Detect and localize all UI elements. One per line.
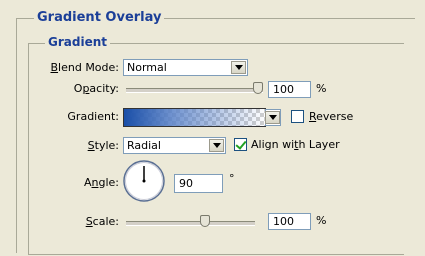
chevron-down-icon[interactable] [231, 61, 246, 74]
chevron-down-icon[interactable] [209, 139, 224, 152]
reverse-label[interactable]: Reverse [309, 110, 353, 123]
opacity-slider-track[interactable] [126, 88, 263, 93]
blend-mode-label: Blend Mode: [50, 61, 120, 74]
style-label: Style: [87, 139, 119, 152]
scale-input[interactable]: 100 [268, 213, 311, 230]
blend-mode-value: Normal [127, 61, 167, 74]
angle-input[interactable]: 90 [174, 174, 223, 193]
opacity-label: Opacity: [73, 82, 119, 95]
reverse-checkbox[interactable] [291, 110, 304, 123]
style-select[interactable]: Radial [123, 137, 226, 154]
align-with-layer-label[interactable]: Align with Layer [251, 138, 340, 151]
angle-dial[interactable] [122, 159, 166, 203]
angle-unit: ° [229, 172, 235, 185]
angle-label: Angle: [83, 176, 119, 189]
opacity-slider-thumb[interactable] [253, 82, 263, 94]
gradient-picker[interactable] [123, 108, 266, 127]
gradient-section-title: Gradient [45, 35, 110, 49]
chevron-down-icon[interactable] [265, 111, 280, 124]
scale-unit: % [316, 214, 327, 227]
opacity-unit: % [316, 82, 327, 95]
gradient-label: Gradient: [67, 110, 119, 123]
gradient-dropdown[interactable] [265, 109, 281, 126]
style-value: Radial [127, 139, 161, 152]
align-with-layer-checkbox[interactable] [234, 138, 247, 151]
gradient-overlay-title: Gradient Overlay [34, 10, 165, 25]
scale-label: Scale: [85, 215, 119, 228]
opacity-input[interactable]: 100 [268, 81, 311, 98]
blend-mode-select[interactable]: Normal [123, 59, 248, 76]
scale-slider-track[interactable] [126, 221, 255, 226]
scale-slider-thumb[interactable] [200, 215, 210, 227]
